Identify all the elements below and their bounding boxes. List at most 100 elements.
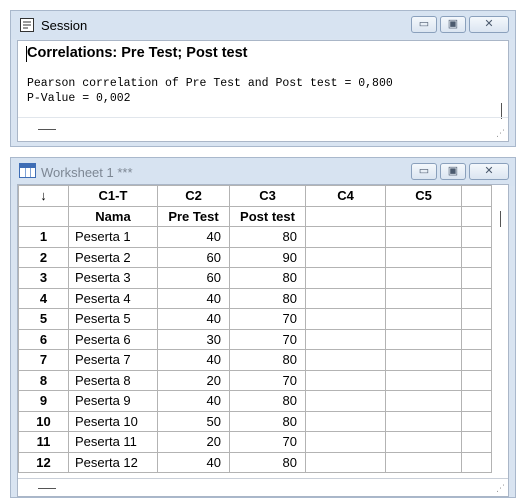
cell-nama[interactable]: Peserta 6 xyxy=(68,328,158,350)
column-name-cell[interactable] xyxy=(461,205,492,227)
name-row-header[interactable] xyxy=(18,205,69,227)
cell-post-test[interactable]: 90 xyxy=(229,246,306,268)
cell-c5[interactable] xyxy=(385,390,462,412)
session-close-button[interactable]: ✕ xyxy=(469,16,509,33)
cell-nama[interactable]: Peserta 4 xyxy=(68,287,158,309)
cell-pre-test[interactable]: 30 xyxy=(157,328,230,350)
cell-c4[interactable] xyxy=(305,390,386,412)
cell-extra[interactable] xyxy=(461,308,492,330)
cell-post-test[interactable]: 80 xyxy=(229,349,306,371)
column-header[interactable]: C4 xyxy=(305,185,386,207)
cell-pre-test[interactable]: 40 xyxy=(157,349,230,371)
cell-post-test[interactable]: 80 xyxy=(229,390,306,412)
cell-nama[interactable]: Peserta 5 xyxy=(68,308,158,330)
cell-nama[interactable]: Peserta 10 xyxy=(68,410,158,432)
worksheet-grid-area[interactable]: ↓ C1-T C2 C3 C4 C5 Nama Pre Test Post te… xyxy=(17,184,509,497)
cell-c4[interactable] xyxy=(305,431,386,453)
row-header[interactable]: 8 xyxy=(18,369,69,391)
resize-grip-icon[interactable]: ⋰ xyxy=(496,484,505,494)
cell-post-test[interactable]: 80 xyxy=(229,287,306,309)
cell-pre-test[interactable]: 20 xyxy=(157,369,230,391)
cell-c4[interactable] xyxy=(305,451,386,473)
cell-extra[interactable] xyxy=(461,287,492,309)
row-header[interactable]: 2 xyxy=(18,246,69,268)
cell-c5[interactable] xyxy=(385,226,462,248)
cell-c5[interactable] xyxy=(385,246,462,268)
row-header[interactable]: 3 xyxy=(18,267,69,289)
cell-c5[interactable] xyxy=(385,431,462,453)
cell-post-test[interactable]: 70 xyxy=(229,328,306,350)
worksheet-titlebar[interactable]: Worksheet 1 *** ▭ ▣ ✕ xyxy=(11,158,515,186)
cell-pre-test[interactable]: 40 xyxy=(157,287,230,309)
column-name-cell[interactable]: Pre Test xyxy=(157,205,230,227)
column-header[interactable] xyxy=(461,185,492,207)
cell-pre-test[interactable]: 20 xyxy=(157,431,230,453)
cell-extra[interactable] xyxy=(461,349,492,371)
worksheet-maximize-button[interactable]: ▣ xyxy=(440,163,466,180)
session-maximize-button[interactable]: ▣ xyxy=(440,16,466,33)
cell-extra[interactable] xyxy=(461,226,492,248)
cell-post-test[interactable]: 70 xyxy=(229,308,306,330)
cell-extra[interactable] xyxy=(461,246,492,268)
cell-post-test[interactable]: 80 xyxy=(229,410,306,432)
session-minimize-button[interactable]: ▭ xyxy=(411,16,437,33)
worksheet-minimize-button[interactable]: ▭ xyxy=(411,163,437,180)
cell-extra[interactable] xyxy=(461,267,492,289)
cell-nama[interactable]: Peserta 3 xyxy=(68,267,158,289)
cell-nama[interactable]: Peserta 9 xyxy=(68,390,158,412)
resize-grip-icon[interactable]: ⋰ xyxy=(496,129,505,139)
cell-pre-test[interactable]: 50 xyxy=(157,410,230,432)
cell-c4[interactable] xyxy=(305,308,386,330)
cell-c5[interactable] xyxy=(385,267,462,289)
cell-post-test[interactable]: 70 xyxy=(229,369,306,391)
cell-c4[interactable] xyxy=(305,226,386,248)
cell-c5[interactable] xyxy=(385,328,462,350)
cell-c5[interactable] xyxy=(385,451,462,473)
column-header[interactable]: C1-T xyxy=(68,185,158,207)
cell-extra[interactable] xyxy=(461,410,492,432)
cell-c4[interactable] xyxy=(305,246,386,268)
column-header[interactable]: C3 xyxy=(229,185,306,207)
cell-c4[interactable] xyxy=(305,369,386,391)
column-name-cell[interactable] xyxy=(305,205,386,227)
cell-pre-test[interactable]: 60 xyxy=(157,267,230,289)
row-header[interactable]: 7 xyxy=(18,349,69,371)
cell-nama[interactable]: Peserta 11 xyxy=(68,431,158,453)
cell-extra[interactable] xyxy=(461,369,492,391)
column-header[interactable]: C2 xyxy=(157,185,230,207)
cell-c4[interactable] xyxy=(305,328,386,350)
cell-post-test[interactable]: 70 xyxy=(229,431,306,453)
cell-pre-test[interactable]: 40 xyxy=(157,308,230,330)
row-header[interactable]: 11 xyxy=(18,431,69,453)
cell-c5[interactable] xyxy=(385,369,462,391)
row-header[interactable]: 10 xyxy=(18,410,69,432)
cell-nama[interactable]: Peserta 2 xyxy=(68,246,158,268)
cell-c4[interactable] xyxy=(305,287,386,309)
cell-extra[interactable] xyxy=(461,431,492,453)
cell-c5[interactable] xyxy=(385,287,462,309)
column-name-cell[interactable]: Nama xyxy=(68,205,158,227)
cell-nama[interactable]: Peserta 1 xyxy=(68,226,158,248)
cell-pre-test[interactable]: 40 xyxy=(157,226,230,248)
cell-nama[interactable]: Peserta 7 xyxy=(68,349,158,371)
row-header[interactable]: 9 xyxy=(18,390,69,412)
session-output-area[interactable]: Correlations: Pre Test; Post test Pearso… xyxy=(17,40,509,142)
cell-c4[interactable] xyxy=(305,410,386,432)
worksheet-scrollbar[interactable] xyxy=(500,211,501,227)
cell-c5[interactable] xyxy=(385,349,462,371)
cell-c5[interactable] xyxy=(385,308,462,330)
row-header[interactable]: 5 xyxy=(18,308,69,330)
cell-pre-test[interactable]: 40 xyxy=(157,390,230,412)
data-direction-arrow-icon[interactable]: ↓ xyxy=(18,185,69,207)
cell-extra[interactable] xyxy=(461,451,492,473)
cell-nama[interactable]: Peserta 12 xyxy=(68,451,158,473)
cell-extra[interactable] xyxy=(461,390,492,412)
cell-extra[interactable] xyxy=(461,328,492,350)
cell-c4[interactable] xyxy=(305,349,386,371)
session-titlebar[interactable]: Session ▭ ▣ ✕ xyxy=(11,11,515,39)
cell-c4[interactable] xyxy=(305,267,386,289)
cell-post-test[interactable]: 80 xyxy=(229,226,306,248)
column-header[interactable]: C5 xyxy=(385,185,462,207)
row-header[interactable]: 1 xyxy=(18,226,69,248)
cell-c5[interactable] xyxy=(385,410,462,432)
